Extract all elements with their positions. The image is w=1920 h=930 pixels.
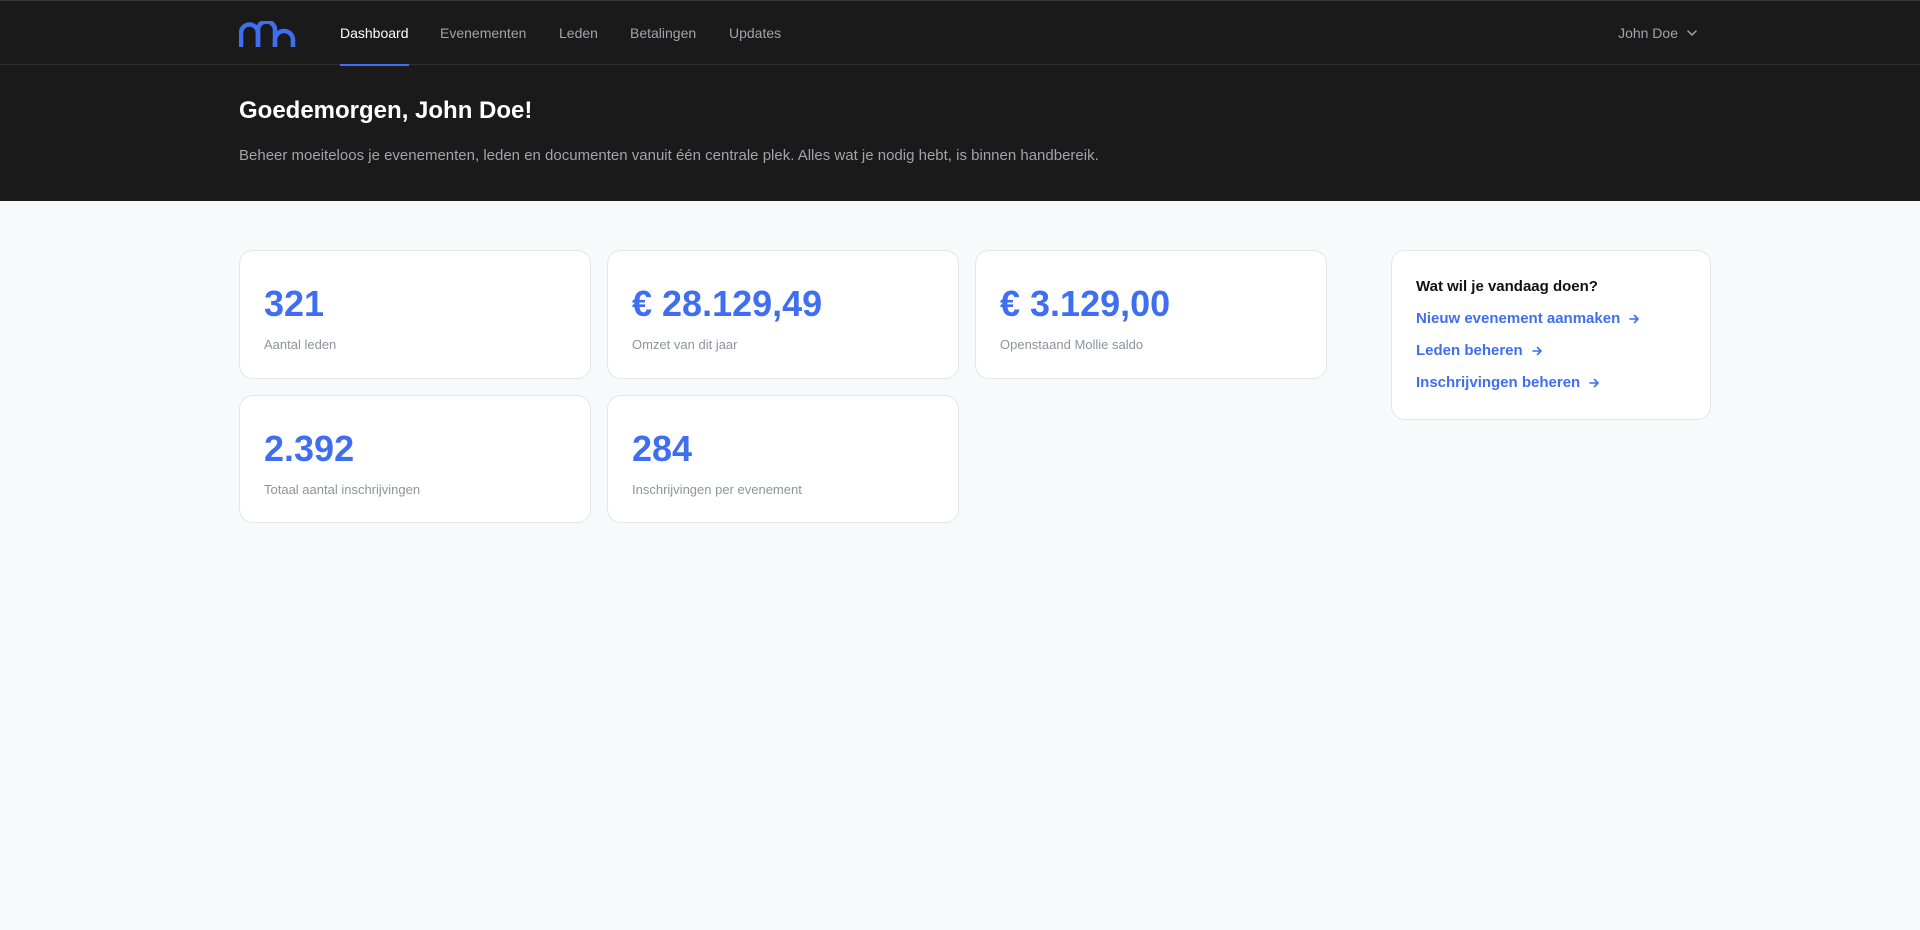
nav-tab-label: Betalingen xyxy=(630,25,697,41)
nav-tab-leden[interactable]: Leden xyxy=(559,1,598,65)
arrow-right-icon xyxy=(1629,314,1640,323)
user-menu[interactable]: John Doe xyxy=(1618,1,1698,65)
stat-value: 284 xyxy=(632,428,693,469)
arrow-right-icon xyxy=(1531,346,1542,355)
nav-tab-betalingen[interactable]: Betalingen xyxy=(630,1,696,65)
brand-logo[interactable] xyxy=(239,21,297,47)
nav-tab-label: Leden xyxy=(559,25,598,41)
welcome-banner: Goedemorgen, John Doe! Beheer moeiteloos… xyxy=(0,65,1920,201)
action-link-label: Leden beheren xyxy=(1416,342,1523,359)
stat-value: € 28.129,49 xyxy=(632,283,823,324)
action-link-label: Inschrijvingen beheren xyxy=(1416,374,1581,391)
new-event-link[interactable]: Nieuw evenement aanmaken xyxy=(1416,310,1640,327)
manage-members-link[interactable]: Leden beheren xyxy=(1416,342,1543,359)
manage-registrations-link[interactable]: Inschrijvingen beheren xyxy=(1416,374,1600,391)
user-name: John Doe xyxy=(1618,25,1678,41)
top-header: Dashboard Evenementen Leden Betalingen U… xyxy=(0,0,1920,201)
chevron-down-icon xyxy=(1687,30,1697,36)
quick-actions-title: Wat wil je vandaag doen? xyxy=(1416,278,1598,295)
nav-tab-label: Dashboard xyxy=(340,25,409,41)
page-subtitle: Beheer moeiteloos je evenementen, leden … xyxy=(239,147,1099,164)
page-title: Goedemorgen, John Doe! xyxy=(239,97,533,124)
stat-label: Totaal aantal inschrijvingen xyxy=(264,482,421,497)
stat-label: Openstaand Mollie saldo xyxy=(1000,337,1144,352)
stat-label: Inschrijvingen per evenement xyxy=(632,482,802,497)
nav-tab-updates[interactable]: Updates xyxy=(729,1,781,65)
stat-value: 2.392 xyxy=(264,428,355,469)
arrow-right-icon xyxy=(1589,378,1600,387)
nav-tab-dashboard[interactable]: Dashboard xyxy=(340,1,409,66)
nav-tab-label: Evenementen xyxy=(440,25,527,41)
stat-card-registrations: 2.392 Totaal aantal inschrijvingen xyxy=(239,395,591,523)
main-nav: Dashboard Evenementen Leden Betalingen U… xyxy=(0,1,1920,66)
stat-card-registrations-per-event: 284 Inschrijvingen per evenement xyxy=(607,395,959,523)
stat-label: Aantal leden xyxy=(264,337,337,352)
stat-card-mollie-balance: € 3.129,00 Openstaand Mollie saldo xyxy=(975,250,1327,379)
nav-tab-label: Updates xyxy=(729,25,782,41)
quick-actions-card: Wat wil je vandaag doen? Nieuw evenement… xyxy=(1391,250,1711,420)
stat-label: Omzet van dit jaar xyxy=(632,337,738,352)
stat-card-revenue: € 28.129,49 Omzet van dit jaar xyxy=(607,250,959,379)
action-link-label: Nieuw evenement aanmaken xyxy=(1416,310,1621,327)
stat-value: 321 xyxy=(264,283,325,324)
stat-value: € 3.129,00 xyxy=(1000,283,1171,324)
stat-card-members: 321 Aantal leden xyxy=(239,250,591,379)
nav-tab-evenementen[interactable]: Evenementen xyxy=(440,1,526,65)
